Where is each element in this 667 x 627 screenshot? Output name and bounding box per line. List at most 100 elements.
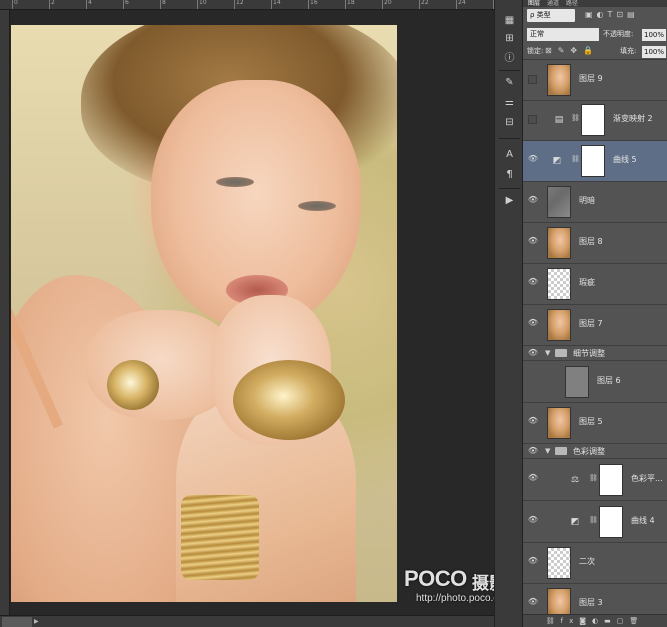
layer-filter-row: ρ 类型 ▣◐T⊡▤: [523, 7, 667, 25]
link-icon[interactable]: ⛓: [589, 516, 598, 524]
link-icon[interactable]: ⛓: [571, 155, 580, 163]
character-icon[interactable]: A: [502, 148, 517, 162]
brush-presets-icon[interactable]: ✎: [502, 76, 517, 90]
blend-row: 正常 不透明度: 100%: [523, 26, 667, 43]
clone-source-icon[interactable]: ⊟: [502, 116, 517, 130]
chevron-down-icon[interactable]: ▼: [545, 447, 550, 455]
ruler-tick-label: 24: [456, 0, 466, 9]
new-group-icon[interactable]: ▬: [604, 617, 617, 625]
layer-row[interactable]: 👁 ◩ ⛓ 曲线 4: [523, 501, 667, 543]
filter-type-icons[interactable]: ▣◐T⊡▤: [585, 10, 639, 19]
layer-thumbnail: [547, 186, 571, 218]
delete-layer-icon[interactable]: 🗑: [629, 617, 644, 625]
eye-icon[interactable]: 👁: [527, 416, 539, 425]
layer-name[interactable]: 曲线 4: [631, 515, 655, 526]
link-layers-icon[interactable]: ⛓: [546, 617, 561, 625]
visibility-toggle[interactable]: [528, 75, 537, 84]
layer-row[interactable]: 👁 图层 3: [523, 584, 667, 614]
eye-icon[interactable]: 👁: [527, 515, 539, 524]
actions-play-icon[interactable]: ▶: [502, 194, 517, 208]
layer-row[interactable]: 👁 图层 5: [523, 403, 667, 444]
visibility-toggle[interactable]: [528, 115, 537, 124]
layer-group-row[interactable]: 👁 ▼ 细节调整: [523, 346, 667, 361]
layer-filter-select[interactable]: ρ 类型: [527, 9, 575, 22]
layer-mask-thumbnail[interactable]: [599, 464, 623, 496]
eye-icon[interactable]: 👁: [527, 277, 539, 286]
layer-name[interactable]: 瑕疵: [579, 277, 595, 288]
color-balance-icon: ⚖: [570, 475, 580, 485]
layers-list[interactable]: 图层 9 ▤ ⛓ 渐变映射 2 👁 ◩ ⛓ 曲线 5 👁 明暗 👁 图层 8 👁…: [523, 61, 667, 614]
layer-row[interactable]: ▤ ⛓ 渐变映射 2: [523, 101, 667, 141]
layer-name[interactable]: 明暗: [579, 195, 595, 206]
layer-name[interactable]: 图层 6: [597, 375, 621, 386]
layer-row[interactable]: 👁 瑕疵: [523, 264, 667, 305]
eye-icon[interactable]: 👁: [527, 473, 539, 482]
layer-name[interactable]: 色彩平...: [631, 473, 663, 484]
tab-paths[interactable]: 路径: [566, 0, 578, 7]
new-layer-icon[interactable]: ▢: [617, 617, 630, 625]
layer-thumbnail: [547, 588, 571, 614]
lock-icons[interactable]: ⊠✎✥🔒: [545, 46, 599, 55]
photo-eye-right: [298, 201, 336, 211]
chevron-down-icon[interactable]: ▼: [545, 349, 550, 357]
ruler-tick-label: 8: [160, 0, 166, 9]
eye-icon[interactable]: 👁: [527, 597, 539, 606]
lock-row: 锁定: ⊠✎✥🔒 填充: 100%: [523, 43, 667, 60]
info-icon[interactable]: ⓘ: [502, 52, 517, 66]
panel-dock-strip: ▦ ⊞ ⓘ ✎ ⚌ ⊟ A ¶ ▶: [494, 0, 523, 627]
eye-icon[interactable]: 👁: [527, 348, 539, 357]
new-adjustment-icon[interactable]: ◐: [592, 617, 604, 625]
layer-name[interactable]: 图层 5: [579, 416, 603, 427]
layer-row[interactable]: 👁 图层 6: [523, 361, 667, 403]
group-name[interactable]: 细节调整: [573, 348, 605, 359]
document-canvas-photo[interactable]: [11, 25, 397, 602]
layer-name[interactable]: 二次: [579, 556, 595, 567]
ruler-tick-label: 14: [271, 0, 281, 9]
eye-icon[interactable]: 👁: [527, 446, 539, 455]
brush-icon[interactable]: ⚌: [502, 96, 517, 110]
panel-tabs: 图层 通道 路径: [523, 0, 667, 7]
group-name[interactable]: 色彩调整: [573, 446, 605, 457]
properties-icon[interactable]: ⊞: [502, 32, 517, 46]
layer-name[interactable]: 曲线 5: [613, 154, 637, 165]
layer-name[interactable]: 图层 9: [579, 73, 603, 84]
photo-eye-left: [216, 177, 254, 187]
eye-icon[interactable]: 👁: [527, 375, 539, 384]
eye-icon[interactable]: 👁: [527, 556, 539, 565]
layer-mask-thumbnail[interactable]: [581, 145, 605, 177]
layer-mask-thumbnail[interactable]: [581, 104, 605, 136]
layer-row[interactable]: 👁 ⚖ ⛓ 色彩平...: [523, 459, 667, 501]
ruler-tick-label: 20: [382, 0, 392, 9]
fill-field[interactable]: 100%: [642, 46, 666, 58]
add-mask-icon[interactable]: ◙: [579, 617, 592, 625]
opacity-field[interactable]: 100%: [642, 29, 666, 41]
eye-icon[interactable]: 👁: [527, 154, 539, 163]
layer-name[interactable]: 图层 7: [579, 318, 603, 329]
layer-mask-thumbnail[interactable]: [599, 506, 623, 538]
eye-icon[interactable]: 👁: [527, 195, 539, 204]
fx-icon[interactable]: fx: [561, 617, 580, 625]
link-icon[interactable]: ⛓: [571, 114, 580, 122]
tab-layers[interactable]: 图层: [528, 0, 540, 7]
blend-mode-select[interactable]: 正常: [527, 28, 599, 41]
eye-icon[interactable]: 👁: [527, 236, 539, 245]
layer-row-selected[interactable]: 👁 ◩ ⛓ 曲线 5: [523, 141, 667, 182]
layer-name[interactable]: 图层 8: [579, 236, 603, 247]
layer-group-row[interactable]: 👁 ▼ 色彩调整: [523, 444, 667, 459]
paragraph-icon[interactable]: ¶: [502, 168, 517, 182]
zoom-field[interactable]: [2, 617, 32, 627]
layer-name[interactable]: 图层 3: [579, 597, 603, 608]
layer-row[interactable]: 👁 二次: [523, 543, 667, 584]
link-icon[interactable]: ⛓: [589, 474, 598, 482]
eye-icon[interactable]: 👁: [527, 318, 539, 327]
tab-channels[interactable]: 通道: [547, 0, 559, 7]
status-menu-arrow-icon[interactable]: ▶: [34, 618, 39, 625]
layer-name[interactable]: 渐变映射 2: [613, 113, 653, 124]
layer-row[interactable]: 👁 图层 7: [523, 305, 667, 346]
ruler-tick-label: 16: [308, 0, 318, 9]
history-icon[interactable]: ▦: [502, 14, 517, 28]
layer-row[interactable]: 图层 9: [523, 61, 667, 101]
curves-icon: ◩: [552, 156, 562, 166]
layer-row[interactable]: 👁 图层 8: [523, 223, 667, 264]
layer-row[interactable]: 👁 明暗: [523, 182, 667, 223]
